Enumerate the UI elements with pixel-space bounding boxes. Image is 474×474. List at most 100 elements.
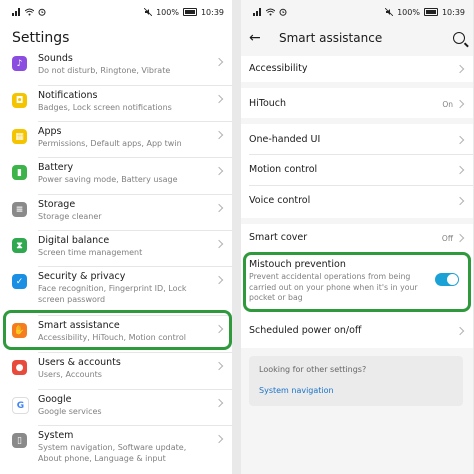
status-bar: 100% 10:39 [241,0,473,24]
divider [38,315,232,316]
page-title: Settings [12,30,70,46]
page-title: Smart assistance [279,31,383,45]
settings-item-security-privacy[interactable]: ✓ Security & privacy Face recognition, Fin… [0,269,232,304]
settings-item-label: Smart assistance [38,320,120,331]
settings-item-label: Users & accounts [38,357,121,368]
voice-control-row[interactable]: Voice control [241,186,473,216]
battery-percent: 100% [397,7,420,17]
divider [38,425,232,426]
search-icon[interactable] [453,32,465,44]
battery-percent: 100% [156,7,179,17]
chevron-right-icon [214,130,224,140]
divider [38,266,232,267]
settings-item-label: Sounds [38,53,73,64]
apps-grid-icon: ▦ [12,129,27,144]
chevron-right-icon [214,324,224,334]
chevron-right-icon [214,275,224,285]
one-handed-ui-label: One-handed UI [249,134,321,145]
smart-cover-row[interactable]: Smart cover Off [241,224,473,252]
chevron-right-icon [214,434,224,444]
status-bar: 100% 10:39 [0,0,232,24]
google-icon: G [12,397,29,414]
settings-item-label: Security & privacy [38,271,126,282]
hitouch-row[interactable]: HiTouch On [241,88,473,118]
top-bar: ← Smart assistance [241,24,473,52]
settings-item-digital-balance[interactable]: ⧗ Digital balance Screen time management [0,233,232,267]
settings-item-subtitle: Permissions, Default apps, App twin [38,139,182,148]
hitouch-label: HiTouch [249,98,287,109]
mistouch-prevention-row[interactable]: Mistouch prevention Prevent accidental o… [241,256,473,312]
mistouch-description: Prevent accidental operations from being… [249,272,418,302]
settings-item-label: Battery [38,162,74,173]
music-note-icon: ♪ [12,56,27,71]
divider [38,157,232,158]
chevron-right-icon [214,94,224,104]
settings-item-subtitle: Power saving mode, Battery usage [38,175,178,184]
divider [38,121,232,122]
hand-icon: ✋ [12,323,27,338]
divider [38,85,232,86]
settings-item-label: Apps [38,126,62,137]
clock: 10:39 [441,7,465,17]
smart-cover-label: Smart cover [249,232,308,243]
settings-item-label: Digital balance [38,235,110,246]
voice-control-label: Voice control [249,195,311,206]
settings-item-subtitle: Face recognition, Fingerprint ID, Lock s… [38,284,187,304]
alarm-icon [38,8,46,16]
settings-item-sounds[interactable]: ♪ Sounds Do not disturb, Ringtone, Vibrate [0,51,232,85]
settings-item-apps[interactable]: ▦ Apps Permissions, Default apps, App twin [0,124,232,158]
mistouch-toggle[interactable] [435,273,459,286]
bell-icon: ◘ [12,93,27,108]
settings-item-subtitle: Storage cleaner [38,212,102,221]
user-icon: ● [12,360,27,375]
divider [38,230,232,231]
mistouch-label: Mistouch prevention [249,259,346,270]
shield-icon: ✓ [12,274,27,289]
accessibility-row[interactable]: Accessibility [241,56,473,82]
settings-item-label: System [38,430,74,441]
wifi-icon [266,8,275,16]
smart-cover-value: Off [441,234,453,243]
smart-assistance-screen: 100% 10:39 ← Smart assistance Accessibil… [241,0,473,474]
clock: 10:39 [200,7,224,17]
settings-item-users-accounts[interactable]: ● Users & accounts Users, Accounts [0,355,232,389]
scheduled-power-label: Scheduled power on/off [249,325,362,336]
settings-item-subtitle: System navigation, Software update, Abou… [38,443,187,463]
settings-item-subtitle: Do not disturb, Ringtone, Vibrate [38,66,171,75]
toggle-knob [447,274,458,285]
settings-item-label: Notifications [38,90,98,101]
settings-item-battery[interactable]: ▮ Battery Power saving mode, Battery usage [0,160,232,194]
accessibility-label: Accessibility [249,63,308,74]
settings-item-notifications[interactable]: ◘ Notifications Badges, Lock screen notifi… [0,88,232,122]
back-arrow-icon[interactable]: ← [249,30,267,46]
settings-item-subtitle: Google services [38,407,102,416]
signal-icon [253,8,261,16]
mute-icon [385,8,394,16]
divider [38,389,232,390]
chevron-right-icon [214,57,224,67]
settings-item-smart-assistance[interactable]: ✋ Smart assistance Accessibility, HiTouch,… [0,318,232,352]
chevron-right-icon [214,239,224,249]
divider [38,194,232,195]
hitouch-value: On [442,100,453,109]
battery-icon [423,8,438,16]
settings-item-storage[interactable]: ≡ Storage Storage cleaner [0,197,232,231]
gestures-card: One-handed UI Motion control Voice contr… [241,124,473,218]
chevron-right-icon [214,166,224,176]
chevron-right-icon [214,361,224,371]
settings-item-subtitle: Screen time management [38,248,143,257]
settings-item-label: Storage [38,199,76,210]
one-handed-ui-row[interactable]: One-handed UI [241,124,473,154]
system-navigation-link[interactable]: System navigation [259,386,334,395]
scheduled-power-row[interactable]: Scheduled power on/off [241,318,473,346]
chevron-right-icon [214,203,224,213]
tip-question: Looking for other settings? [259,365,367,374]
settings-item-google[interactable]: G Google Google services [0,392,232,426]
settings-item-subtitle: Accessibility, HiTouch, Motion control [38,333,186,342]
wifi-icon [25,8,34,16]
motion-control-label: Motion control [249,164,318,175]
storage-icon: ≡ [12,202,27,217]
settings-item-subtitle: Badges, Lock screen notifications [38,103,172,112]
motion-control-row[interactable]: Motion control [241,155,473,185]
settings-item-system[interactable]: ▯ System System navigation, Software updat… [0,428,232,463]
